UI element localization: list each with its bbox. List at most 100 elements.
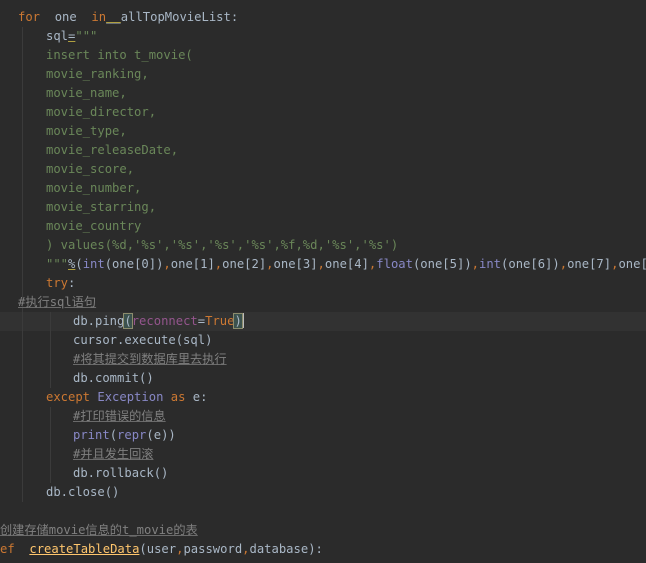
- code-token: in: [91, 10, 107, 24]
- code-line[interactable]: ) values(%d,'%s','%s','%s','%s',%f,%d,'%…: [0, 236, 646, 255]
- indent-guide: [22, 103, 23, 122]
- code-line[interactable]: db.ping(reconnect=True): [0, 312, 646, 331]
- code-token: ,: [471, 257, 479, 271]
- code-token: int: [479, 257, 502, 271]
- indent-guide: [50, 426, 51, 445]
- code-line-content: db.commit(): [73, 369, 154, 388]
- code-token: one[2]: [222, 257, 267, 271]
- code-line-content: movie_score,: [46, 160, 134, 179]
- code-line[interactable]: db.rollback(): [0, 464, 646, 483]
- code-token: allTopMovieList:: [120, 10, 239, 24]
- code-line[interactable]: db.close(): [0, 483, 646, 502]
- code-line-content: [18, 559, 47, 563]
- code-token: createTableData: [29, 542, 140, 556]
- indent-guide: [22, 426, 23, 445]
- code-token: movie_country: [46, 219, 142, 233]
- code-token: """: [75, 29, 98, 43]
- code-line-content: #将其提交到数据库里去执行: [73, 350, 227, 369]
- code-line[interactable]: movie_releaseDate,: [0, 141, 646, 160]
- indent-guide: [22, 236, 23, 255]
- code-line[interactable]: movie_score,: [0, 160, 646, 179]
- code-line-content: movie_number,: [46, 179, 141, 198]
- indent-guide: [22, 84, 23, 103]
- code-token: #将其提交到数据库里去执行: [73, 352, 227, 366]
- indent-guide: [22, 274, 23, 293]
- code-line-content: sql=""": [46, 27, 97, 46]
- code-line[interactable]: movie_type,: [0, 122, 646, 141]
- code-line[interactable]: ef createTableData(user,password,databas…: [0, 540, 646, 559]
- code-token: ef: [0, 542, 30, 556]
- indent-guide: [22, 483, 23, 502]
- indent-guide: [22, 369, 23, 388]
- code-token: Exception: [97, 390, 171, 404]
- code-token: ,: [242, 542, 250, 556]
- code-token: (: [123, 313, 133, 329]
- indent-guide: [22, 122, 23, 141]
- code-token: ,: [266, 257, 274, 271]
- code-token: movie_starring,: [46, 200, 157, 214]
- code-line-content: cursor.execute(sql): [73, 331, 212, 350]
- code-line[interactable]: #将其提交到数据库里去执行: [0, 350, 646, 369]
- code-line[interactable]: db.commit(): [0, 369, 646, 388]
- indent-guide: [22, 445, 23, 464]
- code-token: ,: [559, 257, 568, 271]
- indent-guide: [50, 312, 51, 331]
- code-token: one[4]: [324, 257, 369, 271]
- indent-guide: [50, 445, 51, 464]
- code-token: (one[0]): [104, 257, 164, 271]
- code-line-content: movie_name,: [46, 84, 127, 103]
- code-token: reconnect: [131, 314, 198, 328]
- indent-guide: [50, 331, 51, 350]
- code-line-content: """%(int(one[0]),one[1],one[2],one[3],on…: [46, 255, 646, 274]
- code-token: one[3]: [273, 257, 318, 271]
- code-line[interactable]: movie_country: [0, 217, 646, 236]
- code-token: movie_name,: [46, 86, 127, 100]
- code-token: db.rollback(): [73, 466, 169, 480]
- code-token: """: [46, 257, 69, 271]
- code-line[interactable]: [0, 559, 646, 563]
- code-line[interactable]: #并且发生回滚: [0, 445, 646, 464]
- code-line-content: movie_director,: [46, 103, 156, 122]
- code-line[interactable]: insert into t_movie(: [0, 46, 646, 65]
- code-line-content: #并且发生回滚: [73, 445, 153, 464]
- code-line[interactable]: print(repr(e)): [0, 426, 646, 445]
- code-token: for: [18, 10, 41, 24]
- code-line[interactable]: movie_ranking,: [0, 65, 646, 84]
- indent-guide: [22, 46, 23, 65]
- code-token: movie_releaseDate,: [46, 143, 179, 157]
- code-token: (: [109, 428, 118, 442]
- indent-guide: [22, 217, 23, 236]
- code-line[interactable]: movie_name,: [0, 84, 646, 103]
- code-token: int: [82, 257, 105, 271]
- code-token: #并且发生回滚: [73, 447, 154, 461]
- code-line-content: db.close(): [46, 483, 119, 502]
- indent-guide: [50, 407, 51, 426]
- code-token: e:: [192, 390, 208, 404]
- code-line[interactable]: try:: [0, 274, 646, 293]
- code-line[interactable]: movie_starring,: [0, 198, 646, 217]
- code-line-content: except Exception as e:: [46, 388, 207, 407]
- code-token: one: [40, 10, 92, 24]
- code-editor[interactable]: for one in__allTopMovieList: sql=""" inser…: [0, 0, 646, 563]
- code-line[interactable]: sql=""": [0, 27, 646, 46]
- code-token: movie_type,: [46, 124, 127, 138]
- code-token: =: [197, 314, 206, 328]
- code-token: password: [183, 542, 243, 556]
- code-line[interactable]: 创建存储movie信息的t_movie的表: [0, 521, 646, 540]
- code-token: ,: [317, 257, 325, 271]
- code-line[interactable]: movie_director,: [0, 103, 646, 122]
- code-line[interactable]: except Exception as e:: [0, 388, 646, 407]
- code-line-content: #执行sql语句: [18, 293, 96, 312]
- code-line[interactable]: #执行sql语句: [0, 293, 646, 312]
- code-line[interactable]: """%(int(one[0]),one[1],one[2],one[3],on…: [0, 255, 646, 274]
- code-line[interactable]: movie_number,: [0, 179, 646, 198]
- code-line[interactable]: #打印错误的信息: [0, 407, 646, 426]
- code-token: #打印错误的信息: [73, 409, 166, 423]
- code-line[interactable]: [0, 502, 646, 521]
- code-line[interactable]: for one in__allTopMovieList:: [0, 8, 646, 27]
- code-token: (e)): [146, 428, 176, 442]
- code-line-content: movie_releaseDate,: [46, 141, 178, 160]
- code-line[interactable]: cursor.execute(sql): [0, 331, 646, 350]
- code-line-content: print(repr(e)): [73, 426, 176, 445]
- code-token: sql: [46, 29, 69, 43]
